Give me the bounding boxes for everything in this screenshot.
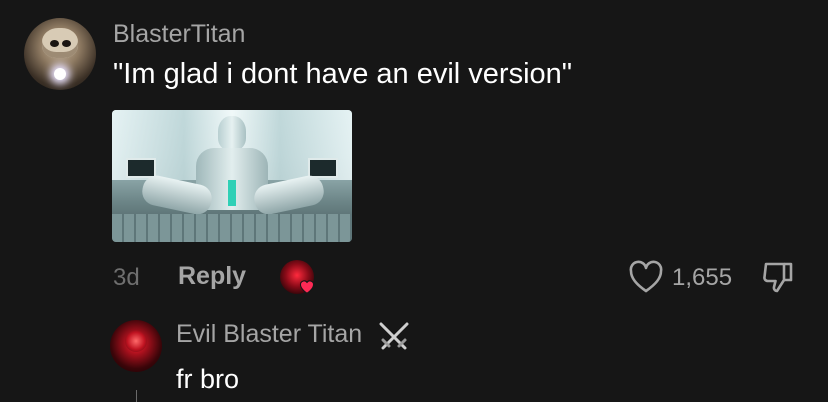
reply-text: fr bro <box>176 364 240 394</box>
commenter-username[interactable]: BlasterTitan <box>113 20 245 49</box>
avatar-glow <box>54 68 66 80</box>
crossed-swords-icon <box>379 322 409 350</box>
commenter-avatar[interactable] <box>24 18 96 90</box>
image-monitor-left <box>126 158 156 178</box>
avatar-eye-right <box>62 40 71 47</box>
robot-head <box>218 116 246 150</box>
thread-line <box>136 390 137 402</box>
comment-timestamp: 3d <box>113 264 140 291</box>
comment-image[interactable] <box>112 110 352 242</box>
comment-thread: BlasterTitan "Im glad i dont have an evi… <box>0 0 828 402</box>
reply-button[interactable]: Reply <box>178 262 246 291</box>
like-count: 1,655 <box>672 264 733 291</box>
reply-username[interactable]: Evil Blaster Titan <box>176 320 362 349</box>
avatar-face <box>42 28 78 58</box>
creator-like-badge <box>280 260 316 296</box>
heart-outline-icon[interactable] <box>628 260 664 294</box>
thumbs-down-icon[interactable] <box>760 260 796 294</box>
creator-heart-icon <box>299 280 315 294</box>
reply-avatar[interactable] <box>110 320 162 372</box>
reply-avatar-face <box>125 330 147 352</box>
robot-core-light <box>228 180 236 206</box>
avatar-eye-left <box>50 40 59 47</box>
comment-text: "Im glad i dont have an evil version" <box>113 58 573 90</box>
image-keyboard <box>112 214 352 242</box>
